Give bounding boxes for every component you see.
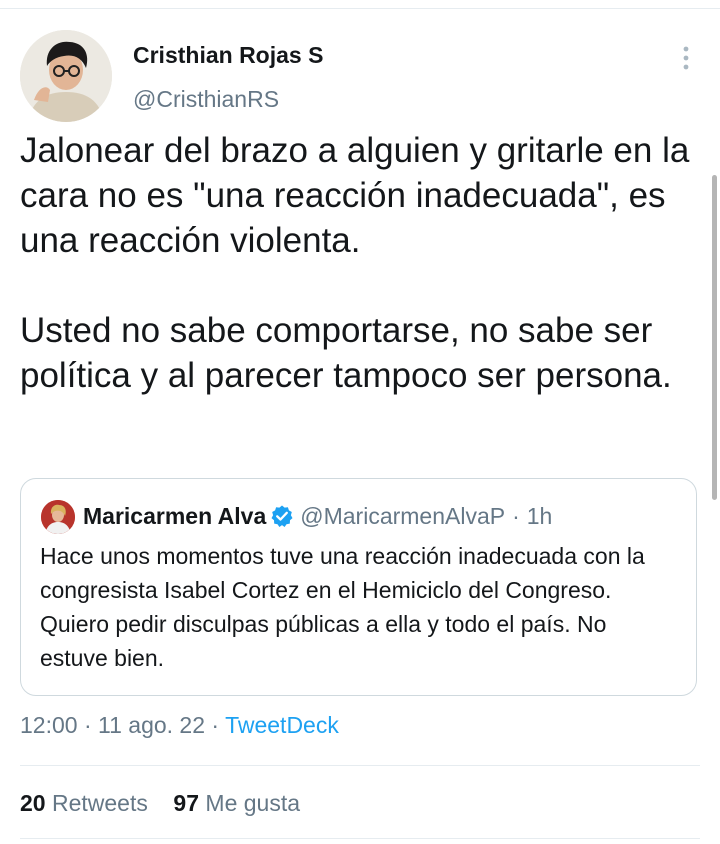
- author-avatar[interactable]: [20, 30, 112, 122]
- retweets-count: 20: [20, 790, 46, 816]
- retweets-label: Retweets: [51, 790, 148, 816]
- tweet-paragraph: Usted no sabe comportarse, no sabe ser p…: [20, 311, 672, 395]
- meta-separator: ·: [211, 712, 220, 738]
- retweets-stat[interactable]: 20 Retweets: [20, 790, 154, 816]
- divider: [20, 838, 700, 839]
- likes-count: 97: [173, 790, 200, 816]
- tweet-source-link[interactable]: TweetDeck: [225, 712, 339, 738]
- top-divider: [0, 8, 720, 9]
- tweet-date[interactable]: 11 ago. 22: [98, 712, 205, 738]
- more-vertical-icon[interactable]: [676, 44, 696, 72]
- tweet-time[interactable]: 12:00: [20, 712, 78, 738]
- tweet-text: Jalonear del brazo a alguien y gritarle …: [20, 128, 700, 398]
- scrollbar-thumb[interactable]: [712, 175, 717, 500]
- verified-badge-icon: [270, 504, 294, 528]
- tweet-meta: 12:00 · 11 ago. 22 · TweetDeck: [20, 712, 339, 739]
- engagement-stats: 20 Retweets 97 Me gusta: [20, 790, 300, 817]
- quoted-handle[interactable]: @MaricarmenAlvaP: [300, 503, 505, 530]
- quoted-separator: ·: [512, 502, 520, 529]
- author-display-name[interactable]: Cristhian Rojas S: [133, 42, 323, 69]
- quoted-author-avatar-image: [41, 500, 75, 534]
- author-handle[interactable]: @CristhianRS: [133, 86, 279, 113]
- likes-stat[interactable]: 97 Me gusta: [173, 790, 300, 816]
- meta-separator: ·: [83, 712, 92, 738]
- quoted-time[interactable]: 1h: [527, 503, 553, 530]
- quoted-author-avatar[interactable]: [41, 500, 75, 534]
- likes-label: Me gusta: [205, 790, 301, 816]
- quoted-display-name[interactable]: Maricarmen Alva: [83, 503, 266, 530]
- quoted-tweet-card[interactable]: Maricarmen Alva @MaricarmenAlvaP · 1h Ha…: [20, 478, 697, 696]
- divider: [20, 765, 700, 766]
- quoted-tweet-header: Maricarmen Alva @MaricarmenAlvaP · 1h: [83, 499, 552, 533]
- quoted-tweet-text: Hace unos momentos tuve una reacción ina…: [40, 543, 645, 671]
- tweet-paragraph: Jalonear del brazo a alguien y gritarle …: [20, 131, 690, 260]
- author-avatar-image: [20, 30, 112, 122]
